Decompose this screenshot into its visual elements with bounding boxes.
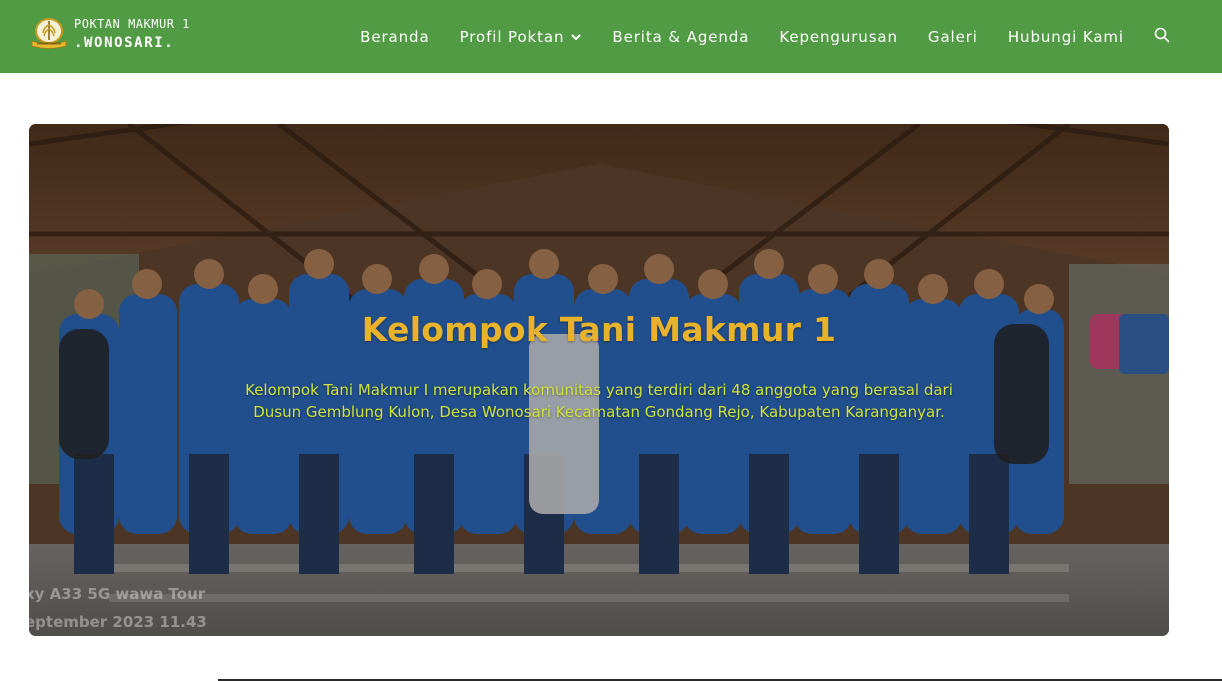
hero-title: Kelompok Tani Makmur 1	[361, 310, 837, 349]
brand-subtitle: .WONOSARI.	[74, 34, 175, 51]
nav-item-label: Kepengurusan	[779, 27, 898, 46]
photo-watermark-device: xy A33 5G wawa Tour	[29, 585, 206, 603]
brand-title: POKTAN MAKMUR 1	[74, 16, 190, 31]
nav-item-galeri[interactable]: Galeri	[928, 28, 978, 46]
nav-item-label: Hubungi Kami	[1007, 27, 1124, 46]
nav-item-beranda[interactable]: Beranda	[360, 28, 429, 46]
nav-item-profil-poktan[interactable]: Profil Poktan	[460, 28, 583, 46]
nav-item-label: Berita & Agenda	[612, 27, 750, 46]
search-icon[interactable]	[1154, 27, 1170, 43]
main-nav: Beranda Profil Poktan Berita & Agenda Ke…	[360, 0, 1124, 73]
rice-sheaf-emblem-icon	[31, 18, 67, 49]
nav-item-label: Beranda	[360, 27, 430, 46]
nav-item-berita-agenda[interactable]: Berita & Agenda	[612, 28, 749, 46]
nav-item-hubungi-kami[interactable]: Hubungi Kami	[1008, 28, 1124, 46]
nav-item-label: Galeri	[927, 27, 978, 46]
top-navbar: POKTAN MAKMUR 1 .WONOSARI. Beranda Profi…	[0, 0, 1222, 73]
hero-description: Kelompok Tani Makmur I merupakan komunit…	[245, 381, 953, 421]
chevron-down-icon	[571, 34, 581, 40]
brand[interactable]: POKTAN MAKMUR 1 .WONOSARI.	[30, 16, 190, 50]
nav-item-label: Profil Poktan	[459, 27, 565, 46]
hero-banner: Kelompok Tani Makmur 1 Kelompok Tani Mak…	[29, 124, 1169, 636]
nav-item-kepengurusan[interactable]: Kepengurusan	[779, 28, 898, 46]
photo-watermark-date: eptember 2023 11.43	[29, 613, 207, 631]
